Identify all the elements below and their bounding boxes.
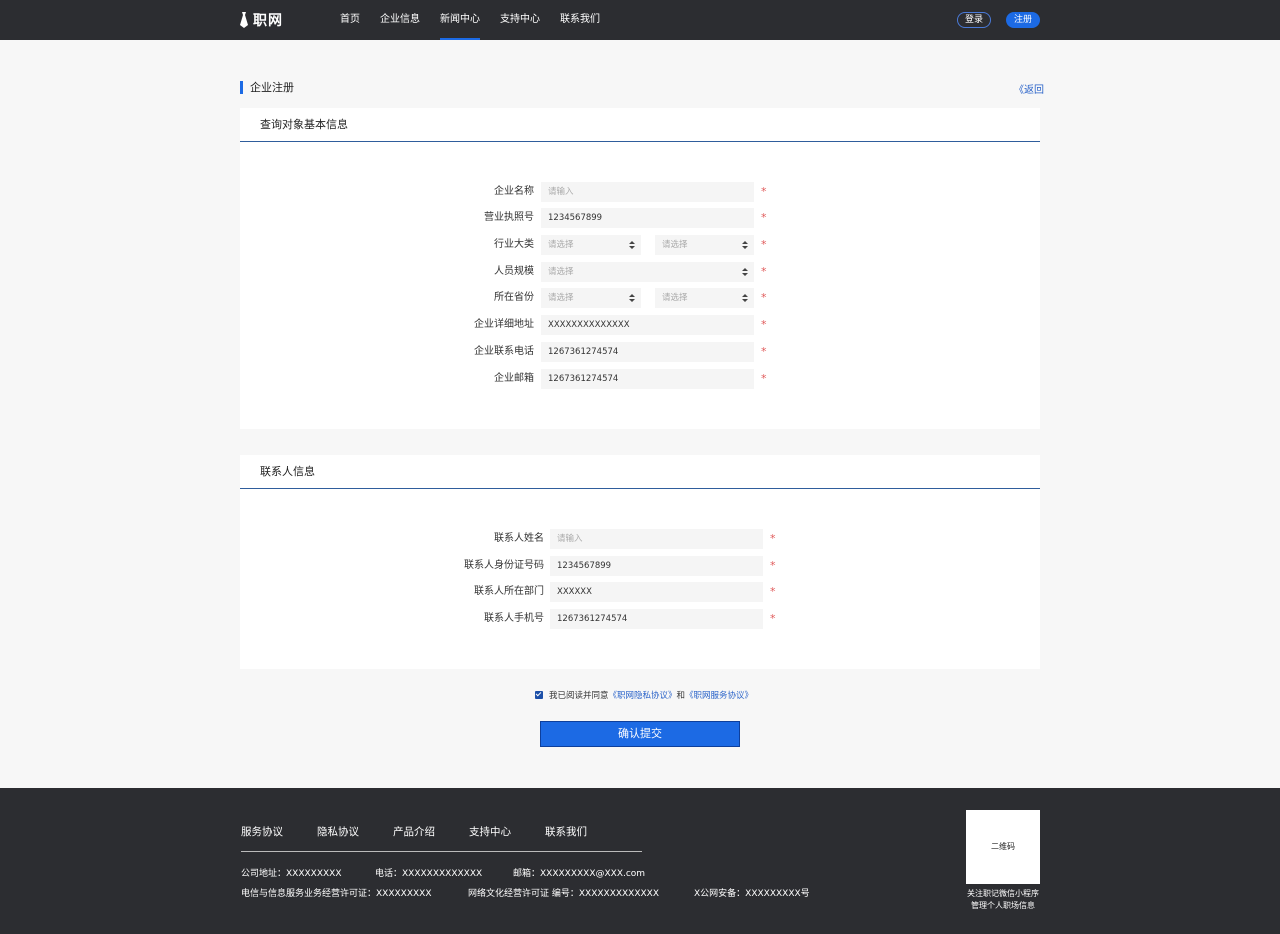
contact-mobile-input[interactable]: 1267361274574 (550, 609, 763, 629)
basic-info-heading: 查询对象基本信息 (240, 108, 1040, 142)
required-mark: * (761, 265, 767, 278)
login-button[interactable]: 登录 (957, 12, 991, 28)
staff-size-select[interactable]: 请选择 (541, 262, 754, 282)
required-mark: * (761, 185, 767, 198)
province-select-text: 请选择 (548, 293, 574, 303)
footer-link-support-center[interactable]: 支持中心 (469, 824, 511, 839)
select-sort-icon (629, 241, 635, 249)
agreement-conjunction: 和 (676, 691, 686, 701)
industry-select-secondary[interactable]: 请选择 (655, 235, 754, 255)
contact-department-input[interactable]: XXXXXX (550, 582, 763, 602)
address-label: 企业详细地址 (474, 319, 534, 330)
required-mark: * (770, 585, 776, 598)
footer-address: 公司地址：XXXXXXXXX (241, 869, 342, 879)
industry-select-primary[interactable]: 请选择 (541, 235, 641, 255)
footer-link-service-agreement[interactable]: 服务协议 (241, 824, 283, 839)
required-mark: * (770, 559, 776, 572)
footer-divider (241, 851, 642, 852)
agreement-text: 我已阅读并同意 (549, 691, 609, 701)
required-mark: * (761, 318, 767, 331)
staff-size-label: 人员规模 (494, 266, 534, 277)
select-sort-icon (742, 294, 748, 302)
province-select[interactable]: 请选择 (541, 288, 641, 308)
register-button[interactable]: 注册 (1006, 12, 1040, 28)
license-number-input[interactable]: 1234567899 (541, 208, 754, 228)
footer-phone: 电话：XXXXXXXXXXXXX (375, 869, 483, 879)
company-email-label: 企业邮箱 (494, 373, 534, 384)
company-email-input[interactable]: 1267361274574 (541, 369, 754, 389)
tie-logo-icon (239, 12, 249, 28)
logo[interactable]: 职网 (239, 10, 283, 30)
footer-links: 服务协议 隐私协议 产品介绍 支持中心 联系我们 (241, 824, 621, 839)
nav-item-company-info[interactable]: 企业信息 (380, 0, 420, 40)
city-select-text: 请选择 (662, 293, 688, 303)
contact-mobile-label: 联系人手机号 (484, 613, 544, 624)
select-sort-icon (742, 241, 748, 249)
footer-email: 邮箱：XXXXXXXXX@XXX.com (513, 869, 646, 879)
industry-label: 行业大类 (494, 239, 534, 250)
required-mark: * (770, 612, 776, 625)
contact-name-label: 联系人姓名 (494, 533, 544, 544)
contact-name-input[interactable]: 请输入 (550, 529, 763, 549)
footer-culture-license: 网络文化经营许可证 编号：XXXXXXXXXXXXX (468, 889, 660, 899)
submit-button[interactable]: 确认提交 (540, 721, 740, 747)
privacy-agreement-link[interactable]: 《职网隐私协议》 (609, 689, 677, 701)
contact-id-input[interactable]: 1234567899 (550, 556, 763, 576)
city-select[interactable]: 请选择 (655, 288, 754, 308)
page-title: 企业注册 (240, 81, 294, 94)
footer-police-record: X公网安备：XXXXXXXXX号 (694, 889, 810, 899)
contact-info-heading: 联系人信息 (240, 455, 1040, 489)
back-link[interactable]: 《返回 (1014, 81, 1044, 96)
footer-link-product-intro[interactable]: 产品介绍 (393, 824, 435, 839)
industry-select-primary-text: 请选择 (548, 240, 574, 250)
footer-link-privacy-agreement[interactable]: 隐私协议 (317, 824, 359, 839)
required-mark: * (761, 291, 767, 304)
company-phone-input[interactable]: 1267361274574 (541, 342, 754, 362)
main-nav: 首页 企业信息 新闻中心 支持中心 联系我们 (340, 0, 620, 40)
nav-item-news-center[interactable]: 新闻中心 (440, 0, 480, 40)
nav-item-support-center[interactable]: 支持中心 (500, 0, 540, 40)
contact-id-label: 联系人身份证号码 (464, 560, 544, 571)
footer-telecom-license: 电信与信息服务业务经营许可证：XXXXXXXXX (241, 889, 432, 899)
select-sort-icon (629, 294, 635, 302)
qr-caption: 关注职记微信小程序 管理个人职场信息 (950, 888, 1056, 912)
agreement-checkbox[interactable] (535, 691, 543, 699)
required-mark: * (761, 238, 767, 251)
required-mark: * (761, 211, 767, 224)
qr-caption-line1: 关注职记微信小程序 (967, 889, 1039, 898)
license-number-label: 营业执照号 (484, 212, 534, 223)
industry-select-secondary-text: 请选择 (662, 240, 688, 250)
select-sort-icon (742, 268, 748, 276)
company-name-label: 企业名称 (494, 186, 534, 197)
required-mark: * (770, 532, 776, 545)
qr-caption-line2: 管理个人职场信息 (971, 901, 1035, 910)
logo-text: 职网 (253, 13, 283, 29)
qr-code: 二维码 (966, 810, 1040, 884)
contact-department-label: 联系人所在部门 (474, 586, 544, 597)
address-input[interactable]: XXXXXXXXXXXXXX (541, 315, 754, 335)
province-label: 所在省份 (494, 292, 534, 303)
staff-size-select-text: 请选择 (548, 267, 574, 277)
top-navigation-bar: 职网 首页 企业信息 新闻中心 支持中心 联系我们 登录 注册 (0, 0, 1280, 40)
company-name-input[interactable]: 请输入 (541, 182, 754, 202)
nav-item-home[interactable]: 首页 (340, 0, 360, 40)
footer: 服务协议 隐私协议 产品介绍 支持中心 联系我们 公司地址：XXXXXXXXX … (0, 788, 1280, 934)
required-mark: * (761, 372, 767, 385)
nav-item-contact-us[interactable]: 联系我们 (560, 0, 600, 40)
service-agreement-link[interactable]: 《职网服务协议》 (685, 689, 753, 701)
required-mark: * (761, 345, 767, 358)
company-phone-label: 企业联系电话 (474, 346, 534, 357)
footer-link-contact-us[interactable]: 联系我们 (545, 824, 587, 839)
agreement-row: 我已阅读并同意 《职网隐私协议》 和 《职网服务协议》 (535, 689, 753, 701)
